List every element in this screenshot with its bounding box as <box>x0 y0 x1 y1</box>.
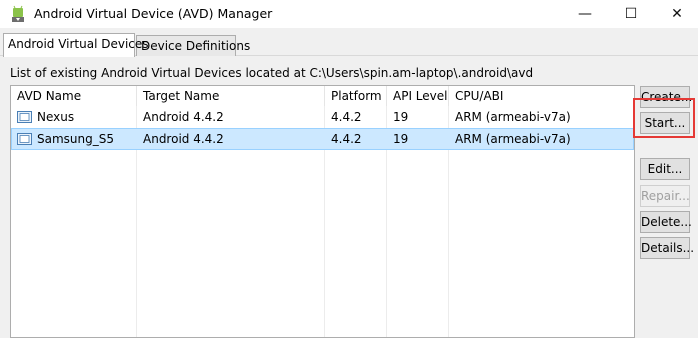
column-header-cpu-abi[interactable]: CPU/ABI <box>449 86 634 106</box>
cpu-abi-cell: ARM (armeabi-v7a) <box>455 132 571 146</box>
repair-button: Repair... <box>640 185 690 207</box>
edit-button[interactable]: Edit... <box>640 158 690 180</box>
column-header-avd-name[interactable]: AVD Name <box>11 86 137 106</box>
android-app-icon <box>12 5 24 22</box>
target-name-cell: Android 4.4.2 <box>143 132 224 146</box>
main-panel: List of existing Android Virtual Devices… <box>0 56 698 338</box>
column-header-target-name[interactable]: Target Name <box>137 86 325 106</box>
table-header: AVD Name Target Name Platform API Level … <box>11 86 634 106</box>
table-row[interactable]: Nexus Android 4.4.2 4.4.2 19 ARM (armeab… <box>11 106 634 128</box>
platform-cell: 4.4.2 <box>331 110 362 124</box>
tab-device-definitions[interactable]: Device Definitions <box>136 35 250 57</box>
avd-name-cell: Samsung_S5 <box>37 132 114 146</box>
minimize-button[interactable]: — <box>562 0 608 28</box>
window-title: Android Virtual Device (AVD) Manager <box>34 6 273 21</box>
start-highlight-box <box>633 98 695 138</box>
title-bar: Android Virtual Device (AVD) Manager — ☐… <box>0 0 698 28</box>
delete-button[interactable]: Delete... <box>640 211 692 233</box>
device-icon <box>17 111 32 123</box>
column-header-platform[interactable]: Platform <box>325 86 387 106</box>
tab-bar: Android Virtual Devices Device Definitio… <box>0 28 698 57</box>
avd-table: AVD Name Target Name Platform API Level … <box>10 85 635 338</box>
avd-name-cell: Nexus <box>37 110 75 124</box>
platform-cell: 4.4.2 <box>331 132 362 146</box>
api-level-cell: 19 <box>393 110 409 124</box>
details-button[interactable]: Details... <box>640 237 694 259</box>
device-icon <box>17 133 32 145</box>
table-row[interactable]: Samsung_S5 Android 4.4.2 4.4.2 19 ARM (a… <box>11 128 634 150</box>
avd-location-label: List of existing Android Virtual Devices… <box>10 66 534 80</box>
tab-android-virtual-devices[interactable]: Android Virtual Devices <box>3 33 149 57</box>
close-button[interactable]: ✕ <box>654 0 698 28</box>
target-name-cell: Android 4.4.2 <box>143 110 224 124</box>
api-level-cell: 19 <box>393 132 409 146</box>
cpu-abi-cell: ARM (armeabi-v7a) <box>455 110 571 124</box>
maximize-button[interactable]: ☐ <box>608 0 654 28</box>
column-header-api-level[interactable]: API Level <box>387 86 449 106</box>
